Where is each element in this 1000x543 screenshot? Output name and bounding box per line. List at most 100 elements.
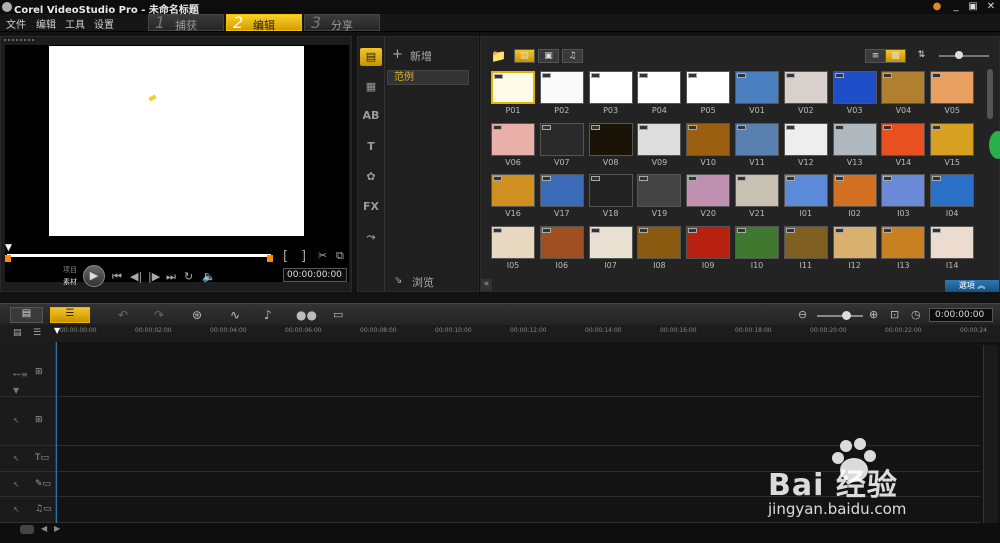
library-thumbnail[interactable] [881, 71, 926, 104]
trim-out-marker[interactable] [267, 255, 273, 262]
motion-tracking-icon[interactable]: ●● [296, 308, 317, 322]
library-thumbnail[interactable] [588, 122, 633, 156]
folder-item-samples[interactable]: 范例 [387, 70, 469, 85]
record-capture-icon[interactable]: ⊛ [192, 308, 202, 322]
library-thumbnail[interactable] [881, 174, 926, 207]
scroll-left-button[interactable] [20, 525, 34, 534]
library-scrollbar[interactable] [987, 69, 993, 119]
library-thumbnail[interactable] [491, 174, 535, 207]
library-thumbnail[interactable] [491, 225, 535, 259]
library-thumbnail[interactable] [588, 225, 633, 259]
title-icon[interactable]: T [360, 138, 382, 156]
timeline-view-button[interactable]: ☰ [50, 307, 90, 323]
library-thumbnail[interactable] [881, 122, 926, 156]
library-thumbnail[interactable] [783, 225, 828, 259]
browse-icon[interactable]: ⇘ [394, 275, 402, 286]
library-thumbnail[interactable] [930, 174, 975, 207]
volume-icon[interactable]: 🔈 [202, 270, 216, 283]
add-folder-label[interactable]: 新增 [410, 48, 432, 64]
thumb-size-handle[interactable] [955, 51, 963, 59]
menu-edit[interactable]: 编辑 [36, 16, 56, 31]
zoom-slider[interactable] [817, 315, 863, 317]
menu-file[interactable]: 文件 [6, 16, 26, 31]
instant-project-icon[interactable]: ▦ [360, 78, 382, 96]
graphic-icon[interactable]: ✿ [360, 168, 382, 186]
next-frame-icon[interactable]: |▶ [148, 270, 160, 283]
library-thumbnail[interactable] [539, 122, 584, 156]
library-thumbnail[interactable] [686, 174, 731, 207]
zoom-out-icon[interactable]: ⊖ [798, 308, 807, 321]
library-thumbnail[interactable] [832, 225, 877, 259]
mark-out-icon[interactable]: ] [301, 249, 306, 264]
menu-tools[interactable]: 工具 [65, 16, 85, 31]
library-thumbnail[interactable] [930, 71, 975, 104]
panel-grip[interactable] [4, 39, 34, 41]
scrub-start-handle[interactable]: ▼ [5, 243, 15, 253]
library-thumbnail[interactable] [930, 122, 975, 156]
folder-icon[interactable]: 📁 [491, 49, 506, 63]
project-duration-icon[interactable]: ◷ [911, 308, 921, 321]
library-thumbnail[interactable] [637, 71, 682, 104]
playhead-marker[interactable]: ▼ [54, 326, 60, 335]
filter-icon[interactable]: FX [360, 198, 382, 216]
minimize-button[interactable]: _ [949, 1, 963, 13]
auto-music-icon[interactable]: ♪ [264, 308, 272, 322]
mark-in-icon[interactable]: [ [283, 249, 288, 264]
project-mode-label[interactable]: 项目 [63, 265, 77, 275]
browse-label[interactable]: 浏览 [412, 274, 434, 290]
library-thumbnail[interactable] [491, 71, 535, 104]
library-thumbnail[interactable] [735, 225, 779, 259]
show-video-button[interactable]: ▤ [514, 49, 535, 63]
library-thumbnail[interactable] [783, 122, 828, 156]
library-thumbnail[interactable] [539, 71, 584, 104]
library-thumbnail[interactable] [783, 71, 828, 104]
zoom-slider-handle[interactable] [842, 311, 851, 320]
tab-capture[interactable]: 1 捕获 [148, 13, 224, 32]
menu-settings[interactable]: 设置 [94, 16, 114, 31]
subtitle-editor-icon[interactable]: ▭ [333, 308, 343, 321]
library-thumbnail[interactable] [735, 122, 779, 156]
video-track[interactable]: ⊷≡ ⊞ ▼ [0, 342, 980, 397]
timecode-field[interactable]: 00:00:00:00 [283, 268, 347, 282]
end-icon[interactable]: ⏭ [166, 270, 176, 284]
sound-mixer-icon[interactable]: ∿ [230, 308, 240, 322]
scroll-next-icon[interactable]: ▶ [54, 524, 60, 533]
library-thumbnail[interactable] [539, 225, 584, 259]
path-icon[interactable]: ⤳ [360, 228, 382, 246]
show-audio-button[interactable]: ♫ [562, 49, 583, 63]
library-thumbnail[interactable] [832, 174, 877, 207]
library-thumbnail[interactable] [686, 122, 731, 156]
sort-icon[interactable]: ⇅ [911, 49, 932, 63]
library-thumbnail[interactable] [588, 174, 633, 207]
library-thumbnail[interactable] [832, 122, 877, 156]
chapter-point-icon[interactable]: ☰ [33, 328, 41, 338]
undo-icon[interactable]: ↶ [118, 308, 128, 322]
play-button[interactable]: ▶ [83, 265, 105, 287]
thumb-size-slider[interactable] [939, 55, 989, 57]
show-photo-button[interactable]: ▣ [538, 49, 559, 63]
enlarge-icon[interactable]: ⧉ [336, 249, 344, 263]
library-thumbnail[interactable] [637, 225, 682, 259]
repeat-icon[interactable]: ↻ [184, 270, 193, 283]
library-thumbnail[interactable] [539, 174, 584, 207]
add-icon[interactable]: + [392, 47, 403, 62]
library-thumbnail[interactable] [832, 71, 877, 104]
track-visibility-icon[interactable]: ↖ [13, 480, 20, 489]
cut-icon[interactable]: ✂ [318, 249, 327, 262]
home-icon[interactable]: ⏮ [112, 270, 122, 284]
thumbnail-view-button[interactable]: ▦ [885, 49, 906, 63]
library-thumbnail[interactable] [637, 174, 682, 207]
scroll-prev-icon[interactable]: ◀ [41, 524, 47, 533]
redo-icon[interactable]: ↷ [154, 308, 164, 322]
scrub-bar[interactable] [7, 254, 271, 257]
trim-in-marker[interactable] [5, 255, 11, 262]
media-library-icon[interactable]: ▤ [360, 48, 382, 66]
restore-button[interactable]: ▣ [966, 1, 980, 13]
previous-frame-icon[interactable]: ◀| [130, 270, 142, 283]
close-button[interactable]: ✕ [984, 1, 998, 13]
storyboard-view-button[interactable]: ▤ [10, 307, 43, 323]
library-thumbnail[interactable] [735, 71, 779, 104]
clip-mode-label[interactable]: 素材 [63, 277, 77, 287]
fit-project-icon[interactable]: ⊡ [890, 308, 899, 321]
library-thumbnail[interactable] [783, 174, 828, 207]
